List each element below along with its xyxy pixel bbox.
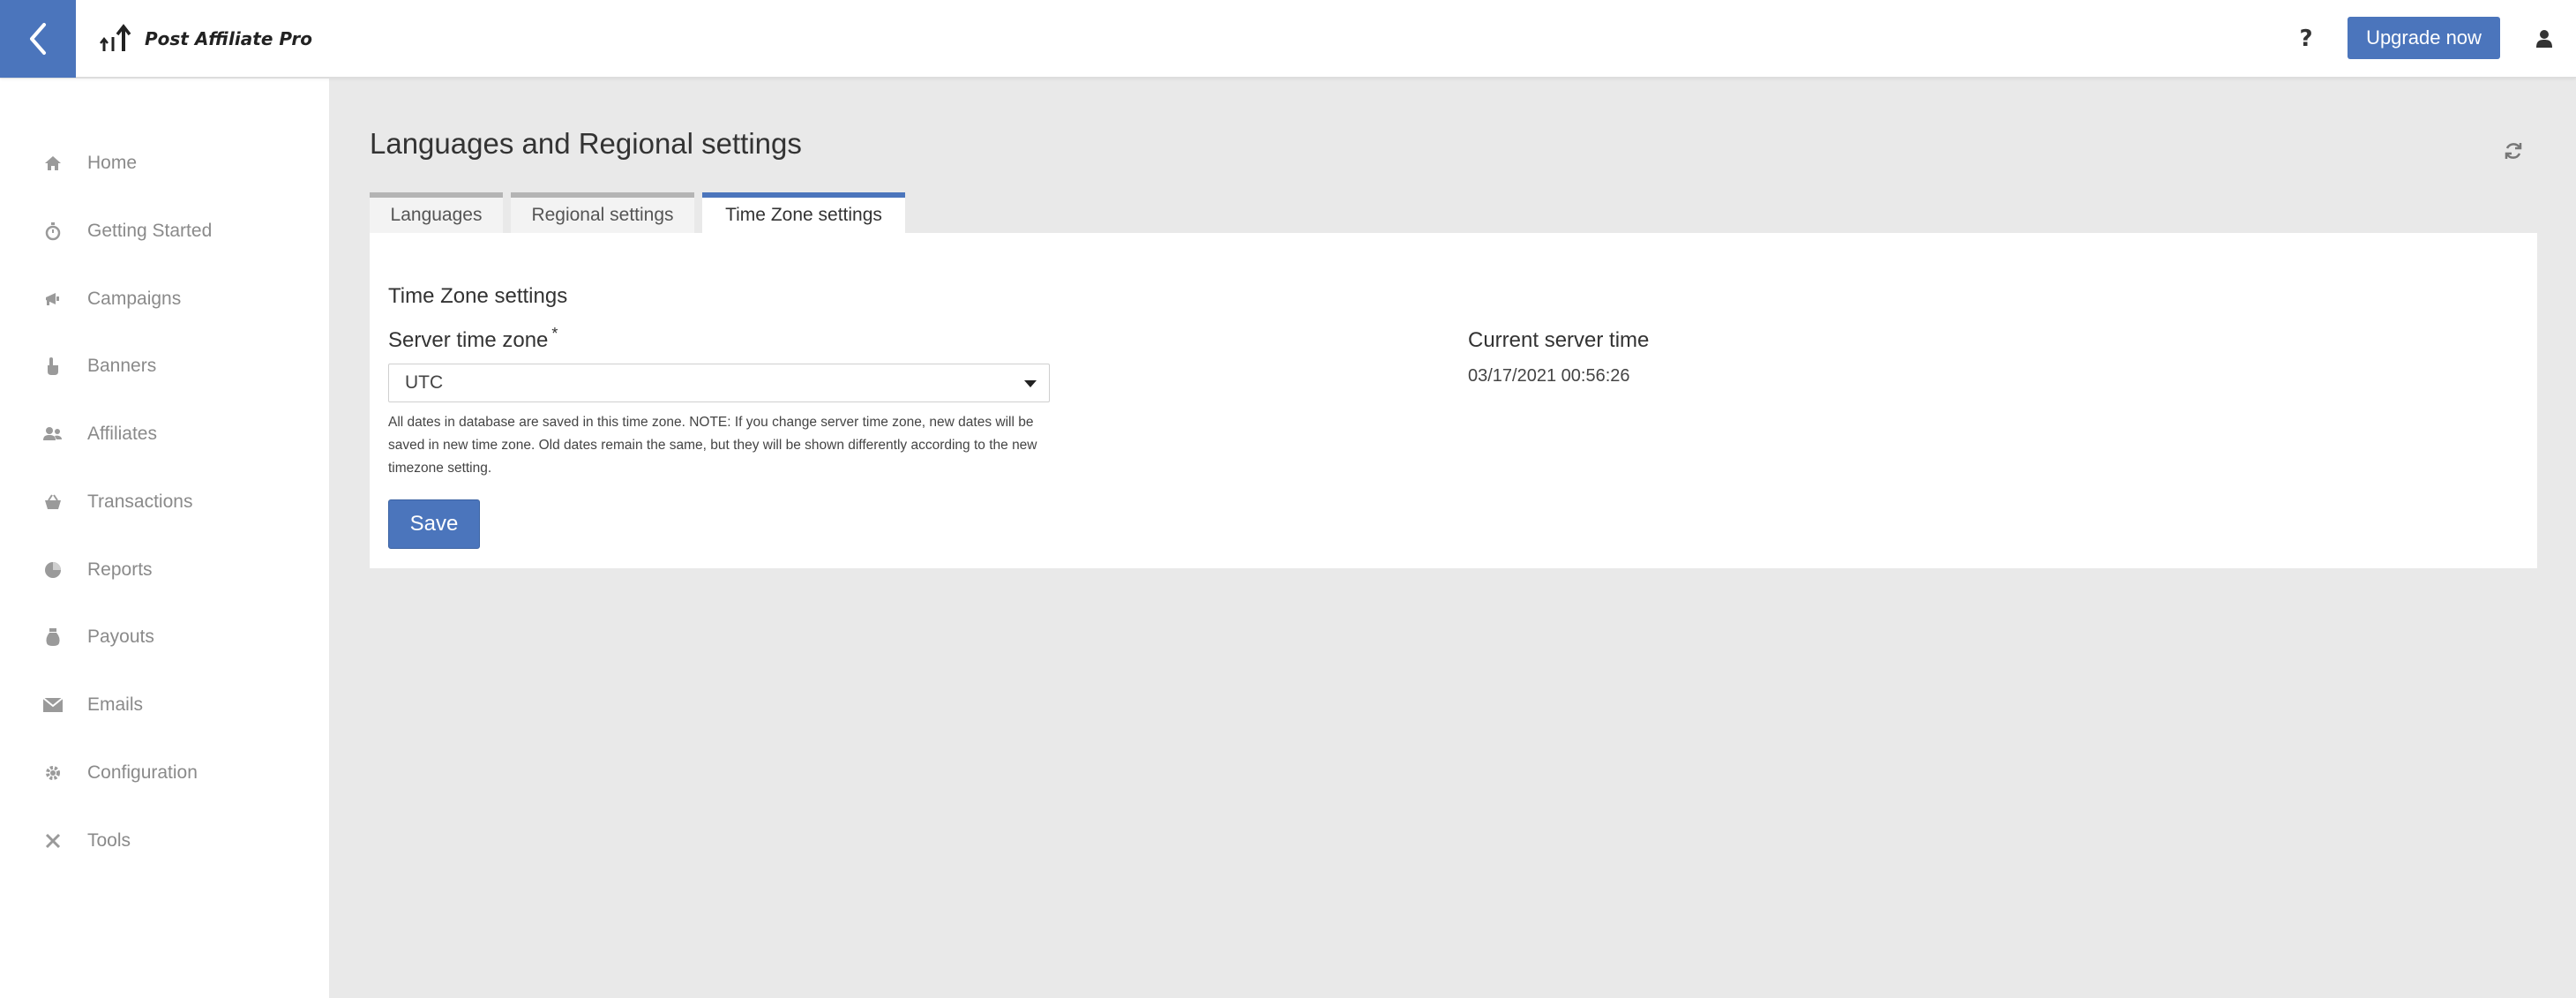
users-icon [42,424,64,445]
user-icon [2536,30,2552,48]
sidebar-item-label: Campaigns [87,289,182,309]
sidebar-item-affiliates[interactable]: Affiliates [0,408,329,461]
server-time-zone-label-text: Server time zone [388,328,549,352]
sidebar-item-label: Affiliates [87,424,157,444]
megaphone-icon [42,289,64,310]
pie-chart-icon [42,559,64,581]
sidebar-item-label: Home [87,153,138,173]
logo-text: Post Affiliate Pro [145,28,312,49]
save-button[interactable]: Save [388,499,480,549]
upgrade-now-button[interactable]: Upgrade now [2348,17,2500,59]
sidebar-item-label: Getting Started [87,221,213,241]
sidebar-item-reports[interactable]: Reports [0,544,329,597]
sidebar: Home Getting Started Campaigns Banners A… [0,79,329,998]
sidebar-item-label: Tools [87,830,131,851]
tab-regional-settings[interactable]: Regional settings [511,192,694,233]
gear-icon [42,762,64,784]
back-button[interactable] [0,0,76,78]
home-icon [42,153,64,174]
sidebar-item-label: Reports [87,559,153,580]
stopwatch-icon [42,221,64,242]
sidebar-item-label: Payouts [87,627,154,647]
current-server-time-label: Current server time [1468,328,1650,352]
sidebar-item-tools[interactable]: Tools [0,814,329,867]
app-logo[interactable]: Post Affiliate Pro [99,19,312,58]
sidebar-item-label: Banners [87,356,157,376]
help-button[interactable]: ? [2290,19,2322,58]
refresh-button[interactable] [2500,138,2527,164]
server-time-zone-label: Server time zone * [388,325,558,353]
selected-time-zone: UTC [405,372,444,393]
tab-languages[interactable]: Languages [370,192,503,233]
money-bag-icon [42,627,64,648]
sidebar-item-emails[interactable]: Emails [0,679,329,732]
sidebar-item-label: Emails [87,694,144,715]
server-time-zone-select[interactable]: UTC [388,364,1050,402]
basket-icon [42,491,64,513]
logo-arrows-icon [100,24,131,51]
sidebar-item-payouts[interactable]: Payouts [0,611,329,664]
required-marker: * [551,325,558,342]
sidebar-item-home[interactable]: Home [0,137,329,190]
sidebar-item-campaigns[interactable]: Campaigns [0,273,329,326]
sidebar-item-getting-started[interactable]: Getting Started [0,205,329,258]
user-menu-button[interactable] [2527,21,2562,56]
sidebar-item-configuration[interactable]: Configuration [0,747,329,799]
current-server-time-value: 03/17/2021 00:56:26 [1468,366,1630,386]
section-title: Time Zone settings [388,284,568,308]
sidebar-item-transactions[interactable]: Transactions [0,476,329,529]
envelope-icon [42,694,64,716]
sidebar-item-label: Configuration [87,762,198,783]
sidebar-item-banners[interactable]: Banners [0,340,329,393]
top-header: Post Affiliate Pro ? Upgrade now [0,0,2576,78]
tab-time-zone-settings[interactable]: Time Zone settings [702,192,905,233]
caret-down-icon [1024,380,1037,387]
refresh-icon [2505,143,2522,159]
time-zone-help-text: All dates in database are saved in this … [388,415,1037,476]
sidebar-item-label: Transactions [87,491,193,512]
page-title: Languages and Regional settings [370,127,802,160]
tools-icon [42,830,64,852]
chevron-left-icon [30,23,46,55]
pointer-hand-icon [42,356,64,377]
